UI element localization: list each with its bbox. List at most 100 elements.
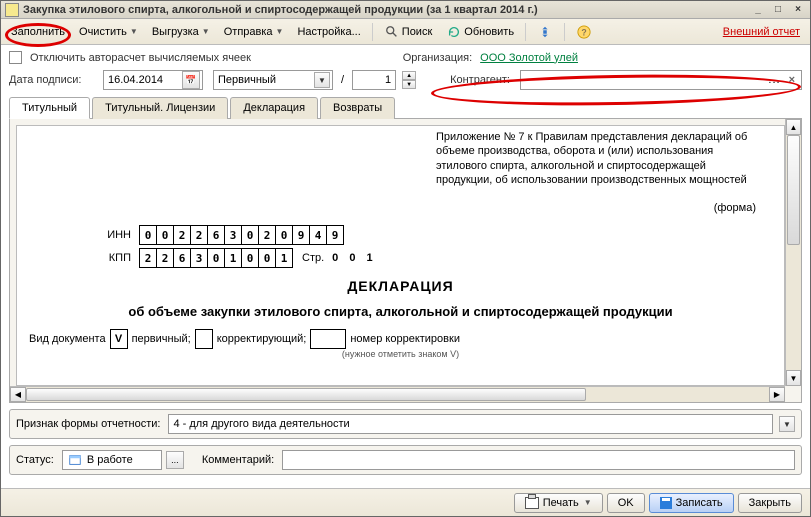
doc-type-label: Вид документа	[29, 333, 106, 345]
scroll-right[interactable]: ▶	[769, 387, 785, 402]
form-sign-label: Признак формы отчетности:	[16, 418, 160, 430]
toolbar-separator	[372, 23, 373, 41]
scroll-thumb[interactable]	[26, 388, 586, 401]
expand-icon	[537, 24, 553, 40]
declaration-subtitle: об объеме закупки этилового спирта, алко…	[33, 304, 768, 319]
seq-no-field[interactable]: 1	[352, 70, 396, 90]
inn-cell: 2	[258, 225, 276, 245]
org-link[interactable]: ООО Золотой улей	[480, 52, 578, 64]
help-button[interactable]: ?	[570, 21, 598, 43]
tab-licenses[interactable]: Титульный. Лицензии	[92, 97, 228, 119]
titlebar: Закупка этилового спирта, алкогольной и …	[1, 1, 810, 19]
send-button[interactable]: Отправка▼	[218, 23, 290, 41]
export-button[interactable]: Выгрузка▼	[146, 23, 216, 41]
correct-mark-box[interactable]	[195, 329, 213, 349]
print-button[interactable]: Печать▼	[514, 493, 603, 513]
save-button[interactable]: Записать	[649, 493, 734, 513]
status-label: Статус:	[16, 454, 54, 466]
svg-text:?: ?	[581, 27, 586, 37]
ok-button[interactable]: OK	[607, 493, 645, 513]
close-window-button[interactable]: ×	[790, 3, 806, 17]
inn-cell: 0	[156, 225, 174, 245]
maximize-button[interactable]: □	[770, 3, 786, 17]
org-label: Организация:	[403, 52, 472, 64]
settings-button[interactable]: Настройка...	[291, 23, 366, 41]
expand-button[interactable]	[531, 21, 559, 43]
inn-cell: 0	[139, 225, 157, 245]
doc-kind-select[interactable]: Первичный ▼	[213, 70, 333, 90]
scroll-thumb[interactable]	[787, 135, 800, 245]
counterparty-field[interactable]: ... ×	[520, 70, 802, 90]
kpp-cell: 6	[173, 248, 191, 268]
status-row: Статус: В работе ... Комментарий:	[9, 445, 802, 475]
horizontal-scrollbar[interactable]: ◀ ▶	[10, 386, 785, 402]
inn-row: ИНН 0 0 2 2 6 3 0 2 0 9 4 9	[29, 225, 772, 245]
spin-down[interactable]: ▼	[402, 80, 416, 89]
clear-field-button[interactable]: ×	[785, 74, 799, 86]
scroll-down[interactable]: ▼	[786, 370, 801, 386]
vertical-scrollbar[interactable]: ▲ ▼	[785, 119, 801, 386]
counterparty-label: Контрагент:	[450, 74, 510, 86]
external-report-link[interactable]: Внешний отчет	[723, 26, 806, 38]
footer: Печать▼ OK Записать Закрыть	[1, 488, 810, 516]
tab-declaration[interactable]: Декларация	[230, 97, 318, 119]
comment-label: Комментарий:	[202, 454, 274, 466]
comment-field[interactable]	[282, 450, 795, 470]
primary-mark-box[interactable]: V	[110, 329, 128, 349]
autocalc-label: Отключить авторасчет вычисляемых ячеек	[30, 52, 251, 64]
sign-date-field[interactable]: 16.04.2014 📅	[103, 70, 203, 90]
app-icon	[5, 3, 19, 17]
kpp-cell: 2	[156, 248, 174, 268]
seq-spin[interactable]: ▲ ▼	[402, 71, 416, 89]
toolbar: Заполнить Очистить▼ Выгрузка▼ Отправка▼ …	[1, 19, 810, 45]
tab-returns[interactable]: Возвраты	[320, 97, 395, 119]
inn-cell: 3	[224, 225, 242, 245]
kpp-row: КПП 2 2 6 3 0 1 0 0 1 Стр. 0 0 1	[29, 248, 772, 268]
correct-no-label: номер корректировки	[350, 333, 460, 345]
doc-type-row: Вид документа V первичный; корректирующи…	[29, 329, 772, 349]
scroll-left[interactable]: ◀	[10, 387, 26, 402]
declaration-title: ДЕКЛАРАЦИЯ	[29, 278, 772, 294]
search-icon	[384, 24, 400, 40]
kpp-cell: 3	[190, 248, 208, 268]
form-sign-select[interactable]: 4 - для другого вида деятельности	[168, 414, 773, 434]
inn-label: ИНН	[29, 229, 139, 241]
correct-no-box[interactable]	[310, 329, 346, 349]
help-icon: ?	[576, 24, 592, 40]
spin-up[interactable]: ▲	[402, 71, 416, 80]
scroll-up[interactable]: ▲	[786, 119, 801, 135]
status-field[interactable]: В работе	[62, 450, 162, 470]
kpp-cell: 0	[207, 248, 225, 268]
kpp-cell: 1	[275, 248, 293, 268]
tabbar: Титульный Титульный. Лицензии Декларация…	[9, 96, 802, 119]
kpp-cell: 0	[258, 248, 276, 268]
inn-cell: 9	[292, 225, 310, 245]
refresh-button[interactable]: Обновить	[440, 21, 520, 43]
sign-date-label: Дата подписи:	[9, 74, 99, 86]
toolbar-separator	[525, 23, 526, 41]
correct-label: корректирующий;	[217, 333, 307, 345]
chevron-down-icon[interactable]: ▼	[779, 416, 795, 432]
inn-cell: 6	[207, 225, 225, 245]
window-title: Закупка этилового спирта, алкогольной и …	[23, 4, 750, 16]
inn-cell: 0	[241, 225, 259, 245]
save-icon	[660, 497, 672, 509]
search-button[interactable]: Поиск	[378, 21, 438, 43]
printer-icon	[525, 497, 539, 509]
lookup-button[interactable]: ...	[764, 74, 784, 86]
regulation-note: Приложение № 7 к Правилам представления …	[436, 130, 756, 187]
fill-button[interactable]: Заполнить	[5, 23, 71, 41]
page-digits: 0 0 1	[332, 252, 376, 264]
close-button[interactable]: Закрыть	[738, 493, 802, 513]
minimize-button[interactable]: _	[750, 3, 766, 17]
forma-label: (форма)	[714, 202, 756, 214]
inn-cell: 9	[326, 225, 344, 245]
clear-button[interactable]: Очистить▼	[73, 23, 144, 41]
chevron-down-icon[interactable]: ▼	[314, 72, 330, 88]
autocalc-checkbox[interactable]	[9, 51, 22, 64]
page-label: Стр.	[302, 252, 324, 264]
calendar-button[interactable]: 📅	[182, 71, 200, 89]
tab-title[interactable]: Титульный	[9, 97, 90, 119]
status-lookup-button[interactable]: ...	[166, 451, 184, 469]
kpp-cell: 0	[241, 248, 259, 268]
